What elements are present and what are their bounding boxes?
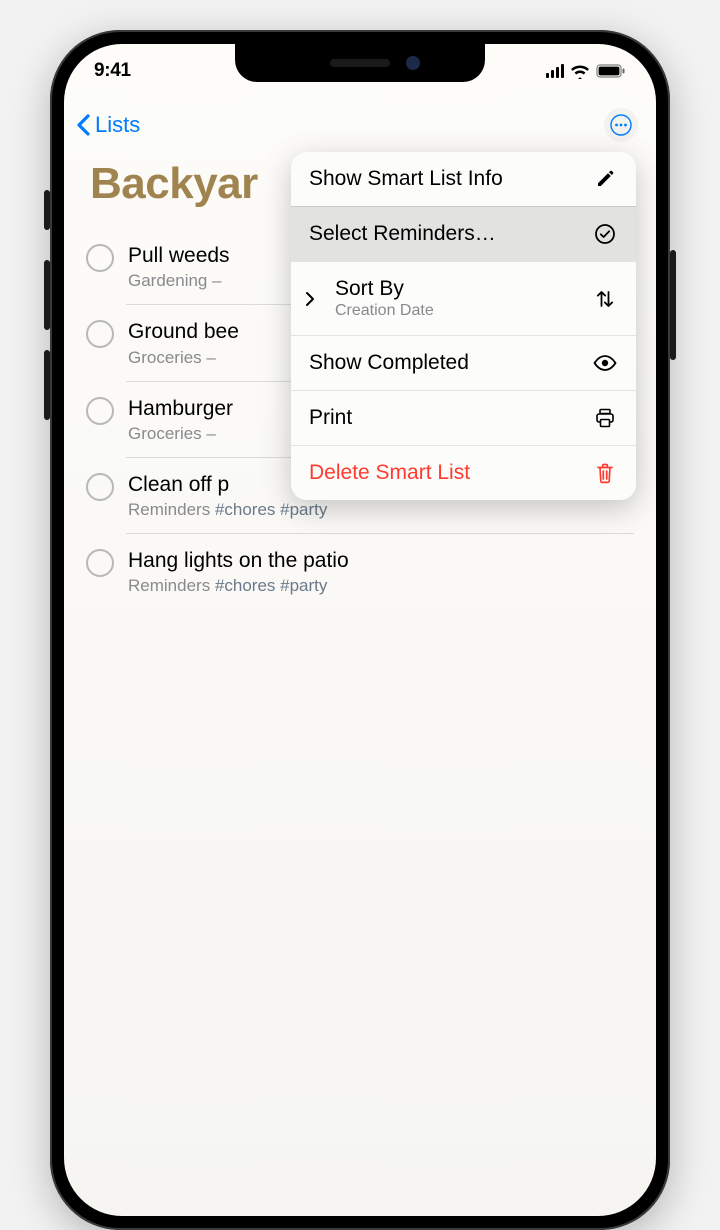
- eye-icon: [592, 354, 618, 372]
- side-button-vol-down: [44, 350, 50, 420]
- front-camera: [406, 56, 420, 70]
- notch: [235, 44, 485, 82]
- menu-show-smart-list-info[interactable]: Show Smart List Info: [291, 152, 636, 206]
- sort-arrows-icon: [592, 288, 618, 310]
- context-menu: Show Smart List Info Select Reminders… S…: [291, 152, 636, 500]
- chevron-right-icon: [301, 291, 319, 307]
- side-button-power: [670, 250, 676, 360]
- battery-icon: [596, 64, 626, 78]
- checkmark-circle-icon: [592, 223, 618, 245]
- menu-select-reminders[interactable]: Select Reminders…: [291, 206, 636, 261]
- menu-label: Show Smart List Info: [309, 167, 580, 191]
- speaker-grille: [330, 59, 390, 67]
- wifi-icon: [570, 64, 590, 79]
- menu-label: Select Reminders…: [309, 222, 580, 246]
- menu-sublabel: Creation Date: [335, 302, 580, 320]
- device-frame: 9:41 Lists: [50, 30, 670, 1230]
- menu-label: Show Completed: [309, 351, 580, 375]
- status-time: 9:41: [94, 60, 131, 82]
- side-button-vol-up: [44, 260, 50, 330]
- trash-icon: [592, 462, 618, 484]
- printer-icon: [592, 407, 618, 429]
- pencil-icon: [592, 169, 618, 189]
- menu-label-group: Sort By Creation Date: [335, 277, 580, 320]
- menu-show-completed[interactable]: Show Completed: [291, 335, 636, 390]
- cellular-icon: [546, 64, 565, 78]
- menu-sort-by[interactable]: Sort By Creation Date: [291, 261, 636, 335]
- menu-delete-smart-list[interactable]: Delete Smart List: [291, 445, 636, 500]
- menu-label: Delete Smart List: [309, 461, 580, 485]
- screen: 9:41 Lists: [64, 44, 656, 1216]
- status-icons: [546, 64, 627, 79]
- side-button-silent: [44, 190, 50, 230]
- menu-label: Print: [309, 406, 580, 430]
- menu-label: Sort By: [335, 277, 580, 301]
- menu-print[interactable]: Print: [291, 390, 636, 445]
